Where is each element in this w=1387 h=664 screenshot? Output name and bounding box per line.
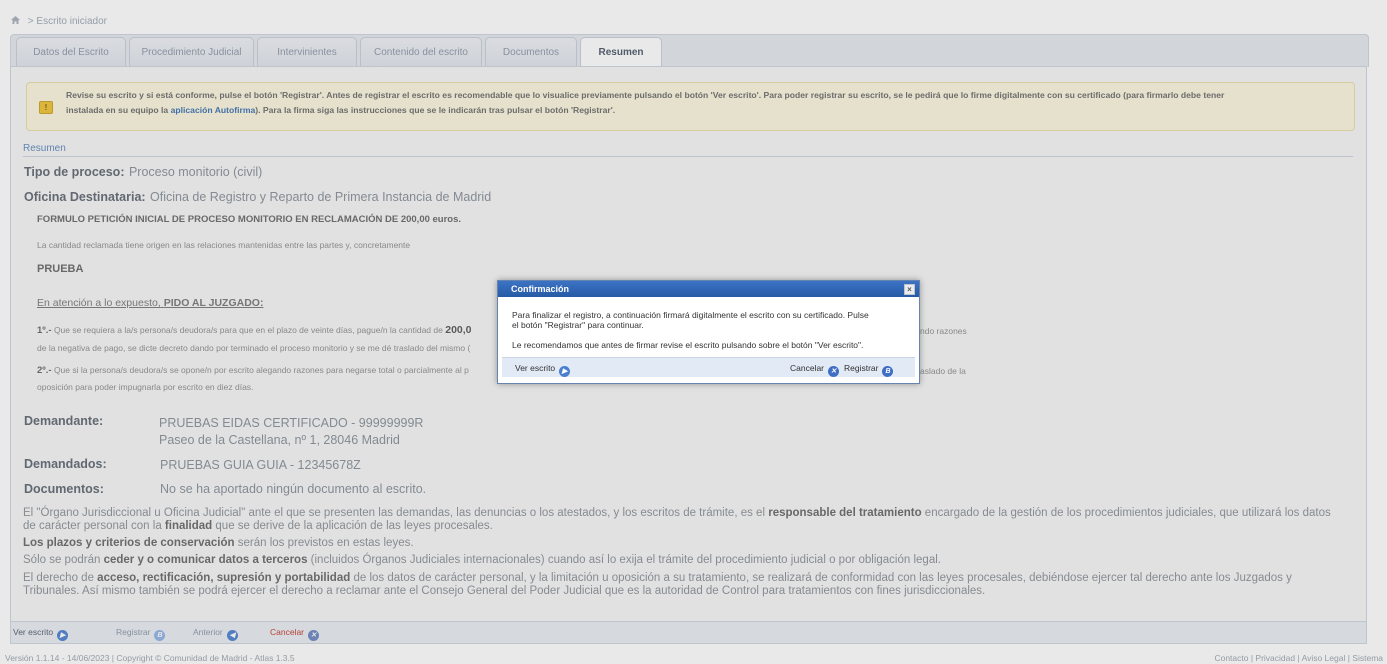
cancel-icon: ✕	[828, 366, 840, 377]
dialog-body: Para finalizar el registro, a continuaci…	[498, 297, 919, 350]
dialog-cancelar-button[interactable]: Cancelar ✕	[790, 363, 840, 377]
dialog-line-2: el botón "Registrar" para continuar.	[512, 320, 644, 330]
save-icon: B	[882, 366, 894, 377]
play-icon: ▶	[559, 366, 571, 377]
dialog-line-3: Le recomendamos que antes de firmar revi…	[512, 340, 864, 350]
dialog-title-bar: Confirmación ×	[498, 281, 919, 297]
confirmation-dialog: Confirmación × Para finalizar el registr…	[497, 280, 920, 384]
dialog-registrar-button[interactable]: Registrar B	[844, 363, 894, 377]
close-icon[interactable]: ×	[904, 284, 915, 295]
dialog-title: Confirmación	[511, 284, 570, 294]
dialog-line-1: Para finalizar el registro, a continuaci…	[512, 310, 869, 320]
dialog-button-bar: Ver escrito ▶ Cancelar ✕ Registrar B	[502, 357, 915, 377]
dialog-ver-escrito-button[interactable]: Ver escrito ▶	[515, 363, 571, 377]
